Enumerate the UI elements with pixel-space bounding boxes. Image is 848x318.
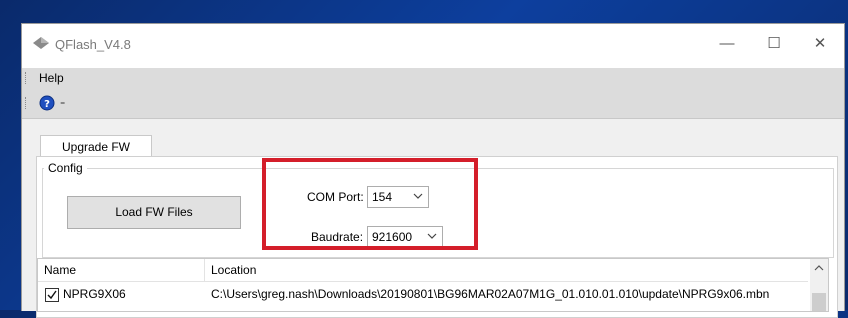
header-divider: [38, 281, 808, 282]
maximize-button[interactable]: ☐: [751, 30, 797, 58]
config-group-label: Config: [44, 161, 87, 175]
toolbar: ? ⁼: [22, 88, 844, 119]
window-title: QFlash_V4.8: [55, 37, 131, 52]
row-name: NPRG9X06: [63, 287, 126, 301]
load-fw-files-button[interactable]: Load FW Files: [67, 196, 241, 229]
tab-upgrade-fw[interactable]: Upgrade FW: [40, 135, 152, 158]
toolbar-grip-icon: [25, 97, 28, 109]
menu-bar: Help: [22, 68, 844, 88]
minimize-button[interactable]: —: [704, 30, 750, 58]
row-location: C:\Users\greg.nash\Downloads\20190801\BG…: [211, 287, 770, 301]
menu-grip-icon: [25, 72, 28, 84]
scrollbar-thumb[interactable]: [812, 293, 826, 311]
scroll-up-icon[interactable]: [810, 259, 828, 277]
close-button[interactable]: ✕: [797, 30, 843, 58]
checkmark-icon: [47, 290, 57, 300]
svg-text:?: ?: [44, 99, 50, 110]
row-checkbox[interactable]: [45, 288, 59, 302]
column-header-location[interactable]: Location: [205, 259, 807, 281]
app-logo-icon: [33, 37, 49, 49]
toolbar-overflow-icon[interactable]: ⁼: [60, 100, 65, 111]
title-bar[interactable]: QFlash_V4.8 — ☐ ✕: [22, 24, 844, 68]
highlight-box: [262, 158, 478, 250]
help-icon[interactable]: ?: [39, 95, 55, 111]
menu-help[interactable]: Help: [39, 71, 64, 85]
file-list[interactable]: Name Location NPRG9X06 C:\Users\greg.nas…: [37, 258, 829, 312]
vertical-scrollbar[interactable]: [810, 259, 828, 311]
column-header-name[interactable]: Name: [38, 259, 205, 281]
